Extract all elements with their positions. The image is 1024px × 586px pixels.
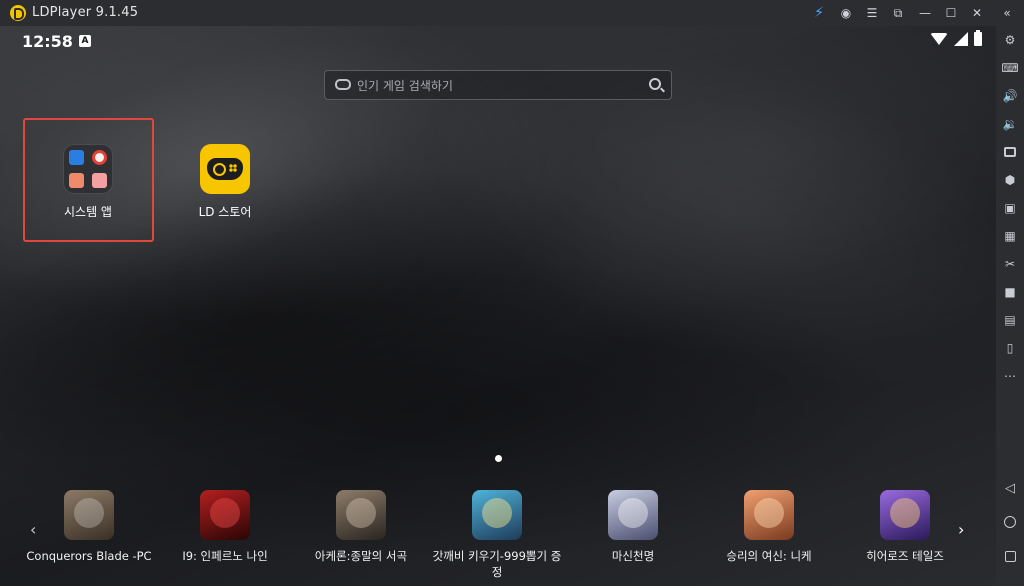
dock-game[interactable]: I9: 인페르노 나인 [160,490,290,564]
right-toolbar: ⚙ ⌨ 🔊 🔉 ⬢ ▣ ▦ ✂ ■ ▤ ▯ ⋯ ◁ [996,26,1024,586]
keyboard-icon[interactable]: ⌨ [1000,58,1020,78]
game-icon [880,490,930,540]
gamepad-icon [335,79,351,90]
game-icon [64,490,114,540]
ldplayer-window: LDPlayer 9.1.45 ⚡ ◉ ☰ ⧉ — ☐ ✕ « 12:58 A [0,0,1024,586]
shared-folder-icon[interactable]: ▣ [1000,198,1020,218]
settings-icon[interactable]: ⚙ [1000,30,1020,50]
ld-store-icon [200,144,250,194]
game-icon [608,490,658,540]
dock-game[interactable]: Conquerors Blade -PC [24,490,154,564]
dock-game[interactable]: 승리의 여신: 니케 [704,490,834,564]
game-label: 마신천명 [611,549,655,563]
search-input[interactable] [357,75,647,97]
wifi-icon [930,33,948,45]
ldplayer-logo-icon [10,5,26,21]
status-time: 12:58 [22,32,73,51]
window-title: LDPlayer 9.1.45 [32,5,139,20]
search-icon[interactable] [649,78,661,90]
back-icon[interactable]: ◁ [1000,478,1020,498]
close-icon[interactable]: ✕ [966,3,988,23]
home-icon[interactable] [1000,512,1020,532]
dock-game[interactable]: 마신천명 [568,490,698,564]
rotate-icon[interactable]: ▯ [1000,338,1020,358]
game-label: Conquerors Blade -PC [26,549,152,563]
minimize-icon[interactable]: — [914,3,936,23]
record-icon[interactable]: ■ [1000,282,1020,302]
collapse-icon[interactable]: « [996,3,1018,23]
recents-icon[interactable] [1000,546,1020,566]
maximize-icon[interactable]: ☐ [940,3,962,23]
game-label: 아케론:종말의 서곡 [314,549,408,563]
menu-icon[interactable]: ☰ [861,3,883,23]
recommended-games-dock: ‹ Conquerors Blade -PC I9: 인페르노 나인 아케론:종… [0,480,996,586]
title-bar: LDPlayer 9.1.45 ⚡ ◉ ☰ ⧉ — ☐ ✕ « [0,0,1024,26]
volume-down-icon[interactable]: 🔉 [1000,114,1020,134]
game-label: 히어로즈 테일즈 [866,549,944,563]
battery-icon [974,30,982,46]
cut-icon[interactable]: ✂ [1000,254,1020,274]
game-icon [744,490,794,540]
game-icon [200,490,250,540]
page-indicator-dot [495,455,502,462]
sync-icon[interactable]: ▤ [1000,310,1020,330]
status-icons [930,30,982,46]
dock-game[interactable]: 아케론:종말의 서곡 [296,490,426,564]
macro-icon[interactable]: ▦ [1000,226,1020,246]
game-label: I9: 인페르노 나인 [182,549,268,563]
dock-game[interactable]: 히어로즈 테일즈 [840,490,970,564]
restore-icon[interactable]: ⧉ [887,3,909,23]
app-ld-store[interactable]: LD 스토어 [175,144,275,220]
dock-game[interactable]: 갓깨비 키우기-999뽑기 증정 [432,490,562,580]
game-icon [472,490,522,540]
screenshot-icon[interactable] [1000,142,1020,162]
android-screen: 12:58 A 시스템 앱 LD 스토어 [0,26,996,586]
gamepad-icon [207,158,243,180]
more-icon[interactable]: ⋯ [1000,366,1020,386]
chevron-right-icon[interactable]: › [958,520,964,539]
game-label: 갓깨비 키우기-999뽑기 증정 [432,549,562,579]
notification-a-icon: A [79,35,91,47]
app-label: LD 스토어 [198,205,252,219]
signal-icon [954,32,968,46]
account-icon[interactable]: ◉ [835,3,857,23]
volume-up-icon[interactable]: 🔊 [1000,86,1020,106]
selection-highlight [23,118,154,242]
bolt-icon[interactable]: ⚡ [808,3,830,23]
game-search-bar[interactable] [324,70,672,100]
install-apk-icon[interactable]: ⬢ [1000,170,1020,190]
game-icon [336,490,386,540]
game-label: 승리의 여신: 니케 [726,549,812,563]
